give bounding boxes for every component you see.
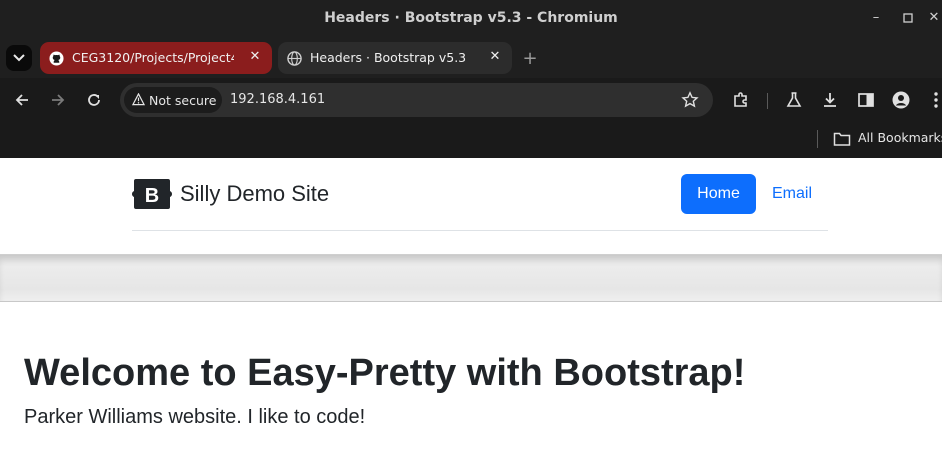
site-header: B Silly Demo Site Home Email: [132, 158, 828, 231]
close-window-icon[interactable]: ✕: [924, 8, 942, 28]
tab-label: CEG3120/Projects/Project4: [72, 50, 234, 65]
warning-icon: [132, 93, 145, 106]
section-divider: [0, 254, 942, 302]
nav-home-link[interactable]: Home: [681, 174, 756, 214]
browser-toolbar: Not secure 192.168.4.161: [0, 78, 942, 122]
tab-github[interactable]: CEG3120/Projects/Project4 ✕: [40, 42, 272, 74]
profile-avatar-icon[interactable]: [891, 90, 911, 110]
tab-bootstrap-headers[interactable]: Headers · Bootstrap v5.3 ✕: [278, 42, 512, 74]
back-arrow-icon[interactable]: [12, 90, 32, 110]
window-title: Headers · Bootstrap v5.3 - Chromium: [324, 10, 618, 26]
labs-flask-icon[interactable]: [784, 90, 804, 110]
github-icon: [49, 51, 64, 66]
nav-email-link[interactable]: Email: [762, 174, 822, 214]
forward-arrow-icon[interactable]: [48, 90, 68, 110]
kebab-menu-icon[interactable]: [926, 90, 942, 110]
url-text[interactable]: 192.168.4.161: [230, 92, 325, 107]
hero-heading: Welcome to Easy-Pretty with Bootstrap!: [24, 352, 746, 394]
chevron-down-icon: [13, 54, 25, 62]
address-bar[interactable]: Not secure 192.168.4.161: [120, 83, 713, 117]
security-chip[interactable]: Not secure: [124, 87, 222, 113]
tab-label: Headers · Bootstrap v5.3: [310, 50, 467, 65]
new-tab-button[interactable]: +: [519, 48, 541, 70]
bookmarks-divider: [817, 130, 818, 148]
reload-icon[interactable]: [84, 90, 104, 110]
close-tab-icon[interactable]: ✕: [246, 48, 264, 66]
tab-strip: CEG3120/Projects/Project4 ✕ Headers · Bo…: [0, 38, 942, 78]
toolbar-divider: [767, 93, 768, 109]
globe-icon: [287, 51, 302, 66]
extensions-icon[interactable]: [731, 90, 751, 110]
bookmarks-bar: All Bookmarks: [0, 122, 942, 158]
site-brand-name[interactable]: Silly Demo Site: [180, 181, 329, 207]
page-viewport: B Silly Demo Site Home Email Welcome to …: [0, 158, 942, 457]
minimize-icon[interactable]: –: [866, 8, 886, 28]
download-icon[interactable]: [820, 90, 840, 110]
security-chip-label: Not secure: [149, 93, 217, 108]
folder-icon: [833, 132, 851, 146]
hero-subtitle: Parker Williams website. I like to code!: [24, 406, 366, 428]
close-tab-icon[interactable]: ✕: [486, 48, 504, 66]
all-bookmarks-link[interactable]: All Bookmarks: [858, 130, 942, 145]
side-panel-icon[interactable]: [856, 90, 876, 110]
bookmark-star-icon[interactable]: [681, 91, 699, 109]
brand-logo-letter: B: [145, 185, 159, 207]
bootstrap-logo-icon[interactable]: B: [132, 177, 172, 211]
tab-search-button[interactable]: [6, 45, 32, 71]
maximize-icon[interactable]: [898, 8, 918, 28]
window-titlebar: Headers · Bootstrap v5.3 - Chromium – ✕: [0, 0, 942, 38]
